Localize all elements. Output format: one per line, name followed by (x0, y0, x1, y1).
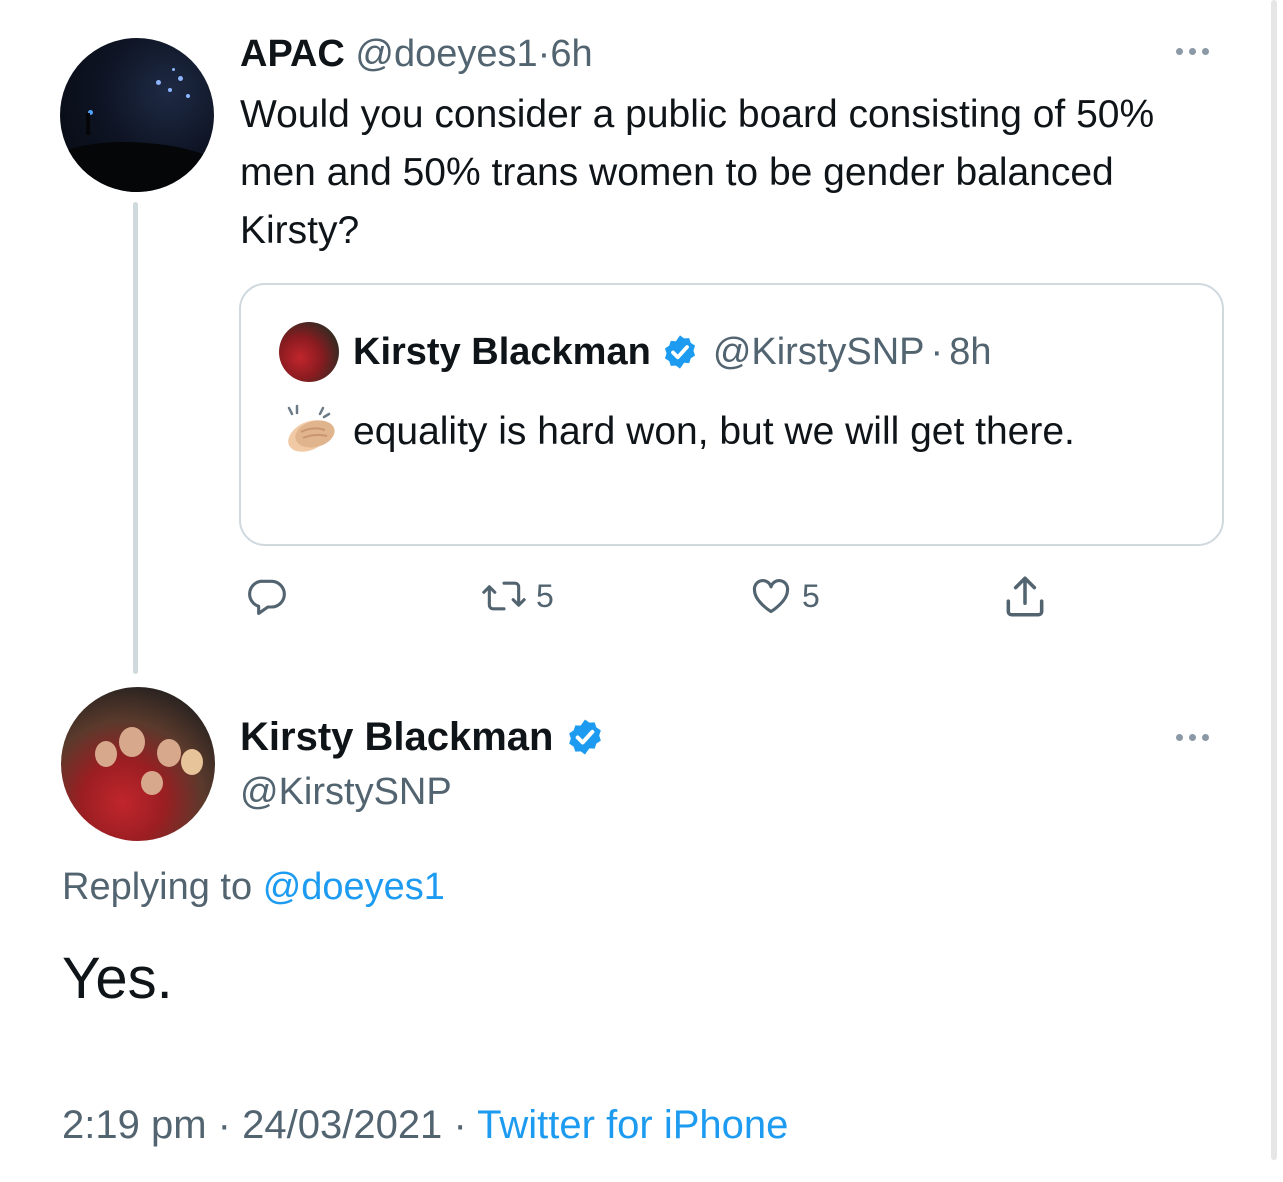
like-button[interactable]: 5 (748, 574, 820, 618)
scrollbar[interactable] (1271, 0, 1277, 1160)
reply-author-header: Kirsty Blackman (240, 712, 605, 762)
parent-separator: · (537, 33, 551, 75)
reply-handle[interactable]: @KirstySNP (240, 768, 452, 816)
meta-separator: · (453, 1103, 467, 1147)
kirsty-avatar[interactable] (61, 687, 215, 841)
quoted-separator: · (930, 331, 944, 373)
retweet-count: 5 (536, 577, 554, 614)
parent-tweet-text: Would you consider a public board consis… (240, 93, 1155, 252)
share-button[interactable] (1000, 572, 1050, 622)
parent-display-name[interactable]: APAC (240, 33, 345, 75)
reply-tweet-text: Yes. (62, 946, 173, 1011)
tweet-source-link[interactable]: Twitter for iPhone (477, 1103, 788, 1147)
reply-icon (248, 579, 286, 615)
quoted-time: 8h (949, 331, 992, 373)
parent-time[interactable]: 6h (550, 33, 592, 75)
tweet-actions: 5 5 (240, 570, 1140, 630)
quoted-tweet-header: Kirsty Blackman @KirstySNP · 8h (353, 327, 991, 377)
tweet-time[interactable]: 2:19 pm (62, 1103, 207, 1147)
tweet-metadata: 2:19 pm · 24/03/2021 · Twitter for iPhon… (62, 1098, 788, 1152)
replying-to-line: Replying to @doeyes1 (62, 862, 445, 912)
heart-icon (752, 579, 790, 614)
quoted-tweet-card[interactable]: Kirsty Blackman @KirstySNP · 8h equality i… (239, 283, 1224, 546)
tweet-date[interactable]: 24/03/2021 (242, 1103, 442, 1147)
verified-badge-icon (664, 335, 695, 369)
retweet-icon (482, 581, 526, 611)
replying-handle-link[interactable]: @doeyes1 (263, 866, 445, 908)
quoted-display-name: Kirsty Blackman (353, 331, 651, 373)
quoted-handle: @KirstySNP (712, 331, 925, 373)
meta-separator: · (217, 1103, 231, 1147)
parent-more-icon[interactable] (1176, 48, 1209, 55)
verified-badge-icon (569, 719, 602, 755)
clapping-hands-icon (287, 404, 335, 452)
quoted-text-body: equality is hard won, but we will get th… (353, 410, 1075, 453)
parent-handle[interactable]: @doeyes1 (355, 33, 537, 75)
reply-more-icon[interactable] (1176, 734, 1209, 741)
thread-line (133, 202, 138, 674)
replying-prefix: Replying to (62, 866, 253, 908)
parent-tweet-header: APAC @doeyes1·6h (240, 30, 593, 78)
reply-display-name[interactable]: Kirsty Blackman (240, 712, 553, 762)
share-icon (1006, 576, 1044, 617)
quoted-avatar (279, 322, 339, 382)
retweet-button[interactable]: 5 (480, 574, 554, 618)
like-count: 5 (802, 577, 820, 614)
apac-avatar[interactable] (60, 38, 214, 192)
quoted-tweet-text: equality is hard won, but we will get th… (279, 403, 1179, 461)
reply-button[interactable] (244, 574, 288, 618)
